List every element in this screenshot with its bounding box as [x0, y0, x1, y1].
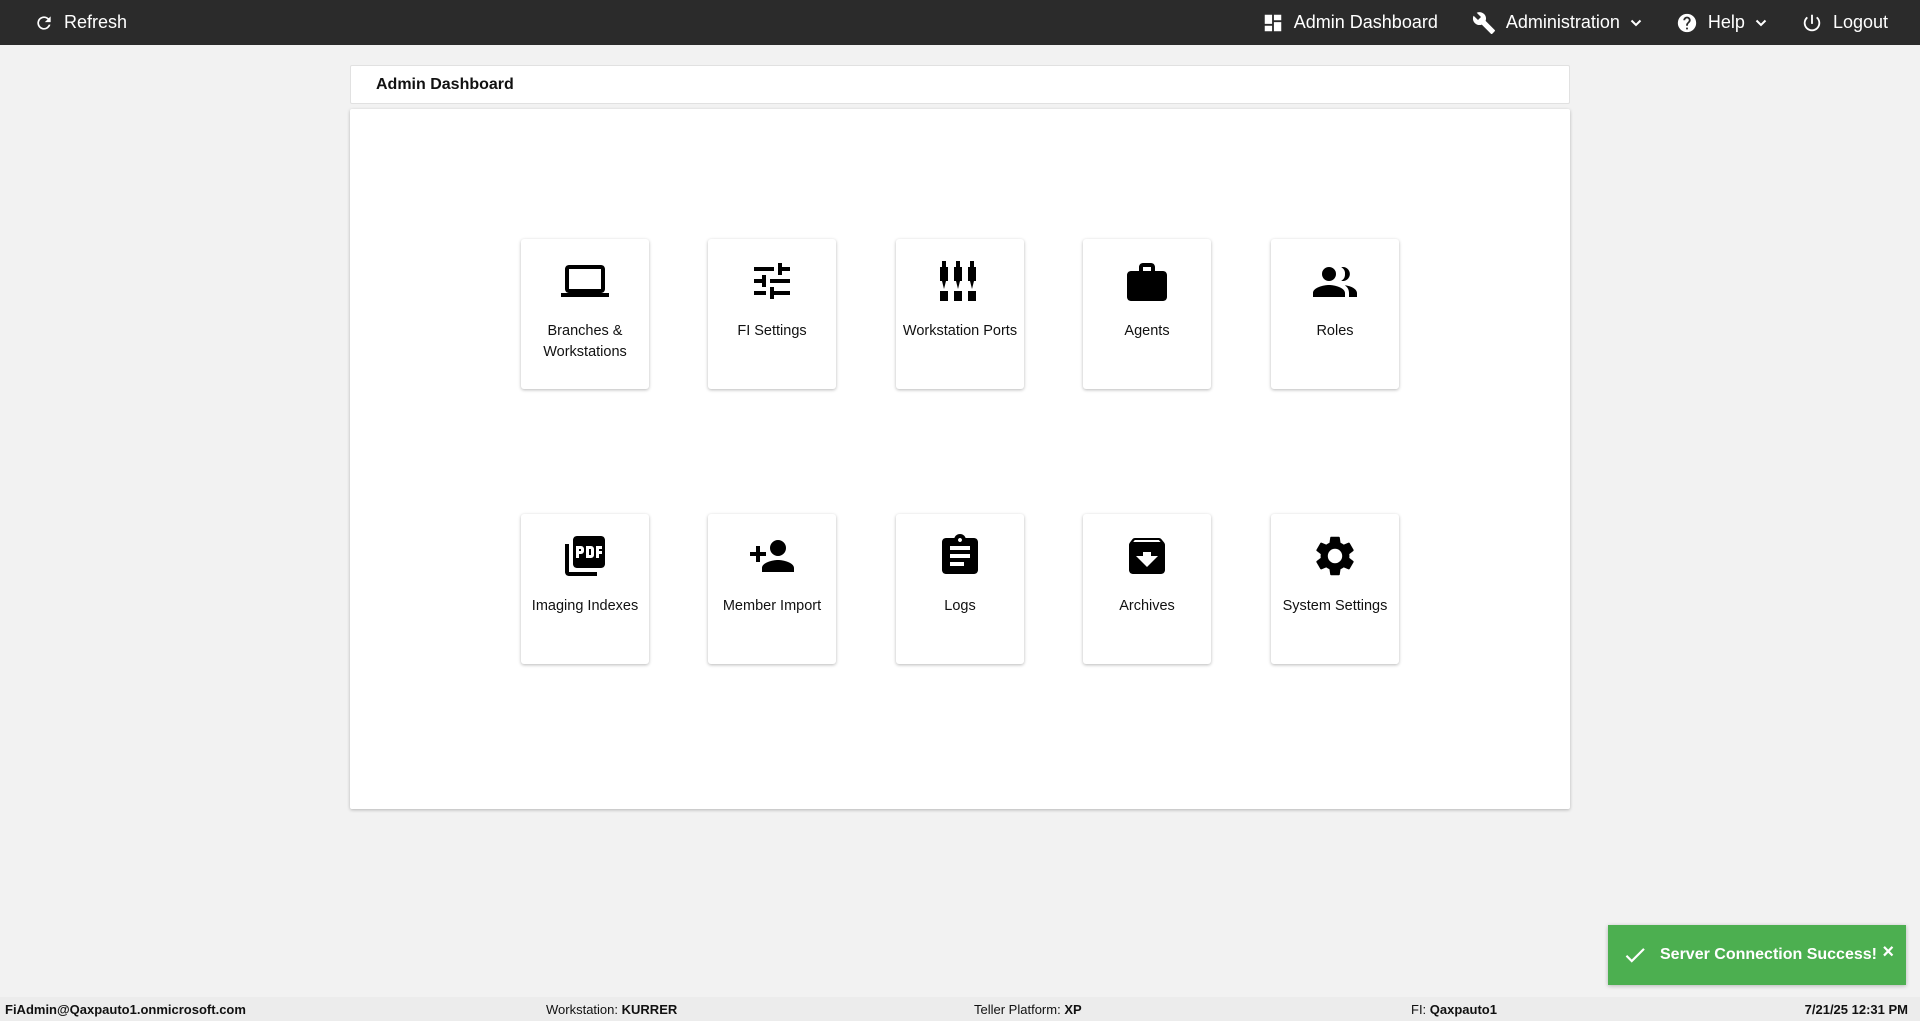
archive-icon — [1129, 538, 1165, 574]
tile-branches-workstations[interactable]: Branches & Workstations — [521, 239, 649, 389]
help-icon — [1677, 13, 1697, 32]
clipboard-icon — [942, 534, 978, 574]
dashboard-panel: Branches & Workstations FI Settings Work… — [350, 109, 1570, 809]
power-icon — [1803, 14, 1821, 31]
status-user: FiAdmin@Qaxpauto1.onmicrosoft.com — [5, 1002, 246, 1017]
top-navigation-bar: Refresh Admin Dashboard Administration H… — [0, 0, 1920, 45]
tile-label: Agents — [1124, 323, 1170, 339]
administration-menu[interactable]: Administration — [1472, 0, 1642, 45]
tile-label: Logs — [944, 598, 976, 614]
person-add-icon — [750, 540, 794, 572]
laptop-icon — [561, 265, 609, 297]
tile-label: Member Import — [722, 598, 822, 614]
tile-label: Branches & Workstations — [543, 323, 627, 360]
status-fi: FI: Qaxpauto1 — [1411, 1002, 1497, 1017]
check-icon — [1625, 948, 1645, 963]
tile-roles[interactable]: Roles — [1271, 239, 1399, 389]
status-datetime: 7/21/25 12:31 PM — [1804, 1002, 1908, 1017]
administration-label: Administration — [1505, 12, 1620, 32]
refresh-icon — [37, 15, 51, 30]
admin-dashboard-label: Admin Dashboard — [1293, 12, 1438, 32]
help-label: Help — [1707, 12, 1745, 32]
tile-label: Roles — [1316, 323, 1354, 339]
tile-label: System Settings — [1282, 598, 1388, 614]
sliders-icon — [754, 263, 790, 299]
chevron-down-icon — [1755, 19, 1767, 26]
tile-label: Workstation Ports — [902, 323, 1018, 339]
status-workstation: Workstation: KURRER — [546, 1002, 678, 1017]
tile-system-settings[interactable]: System Settings — [1271, 514, 1399, 664]
status-bar: FiAdmin@Qaxpauto1.onmicrosoft.com Workst… — [0, 997, 1920, 1021]
dashboard-icon — [1264, 14, 1282, 31]
pdf-icon — [565, 536, 605, 576]
tile-label: FI Settings — [737, 323, 807, 339]
page-title-bar: Admin Dashboard — [350, 65, 1570, 104]
tile-label: Archives — [1119, 598, 1175, 614]
gear-icon — [1316, 536, 1354, 576]
admin-dashboard-link[interactable]: Admin Dashboard — [1262, 0, 1438, 45]
people-icon — [1313, 267, 1357, 297]
refresh-button[interactable]: Refresh — [34, 0, 127, 45]
status-teller-platform: Teller Platform: XP — [974, 1002, 1082, 1017]
logout-label: Logout — [1832, 12, 1888, 32]
wrench-icon — [1472, 11, 1495, 34]
tile-member-import[interactable]: Member Import — [708, 514, 836, 664]
tile-agents[interactable]: Agents — [1083, 239, 1211, 389]
tile-workstation-ports[interactable]: Workstation Ports — [896, 239, 1024, 389]
tile-fi-settings[interactable]: FI Settings — [708, 239, 836, 389]
success-toast: Server Connection Success! × — [1608, 925, 1906, 985]
tile-archives[interactable]: Archives — [1083, 514, 1211, 664]
refresh-label: Refresh — [64, 12, 128, 32]
tile-imaging-indexes[interactable]: Imaging Indexes — [521, 514, 649, 664]
chevron-down-icon — [1630, 19, 1642, 26]
page-title: Admin Dashboard — [376, 75, 514, 93]
help-menu[interactable]: Help — [1676, 0, 1767, 45]
tile-label: Imaging Indexes — [531, 598, 639, 614]
toast-close-button[interactable]: × — [1882, 941, 1894, 964]
briefcase-icon — [1127, 263, 1167, 301]
toast-message: Server Connection Success! — [1660, 946, 1877, 963]
logout-button[interactable]: Logout — [1801, 0, 1888, 45]
tile-logs[interactable]: Logs — [896, 514, 1024, 664]
ports-icon — [940, 261, 976, 301]
